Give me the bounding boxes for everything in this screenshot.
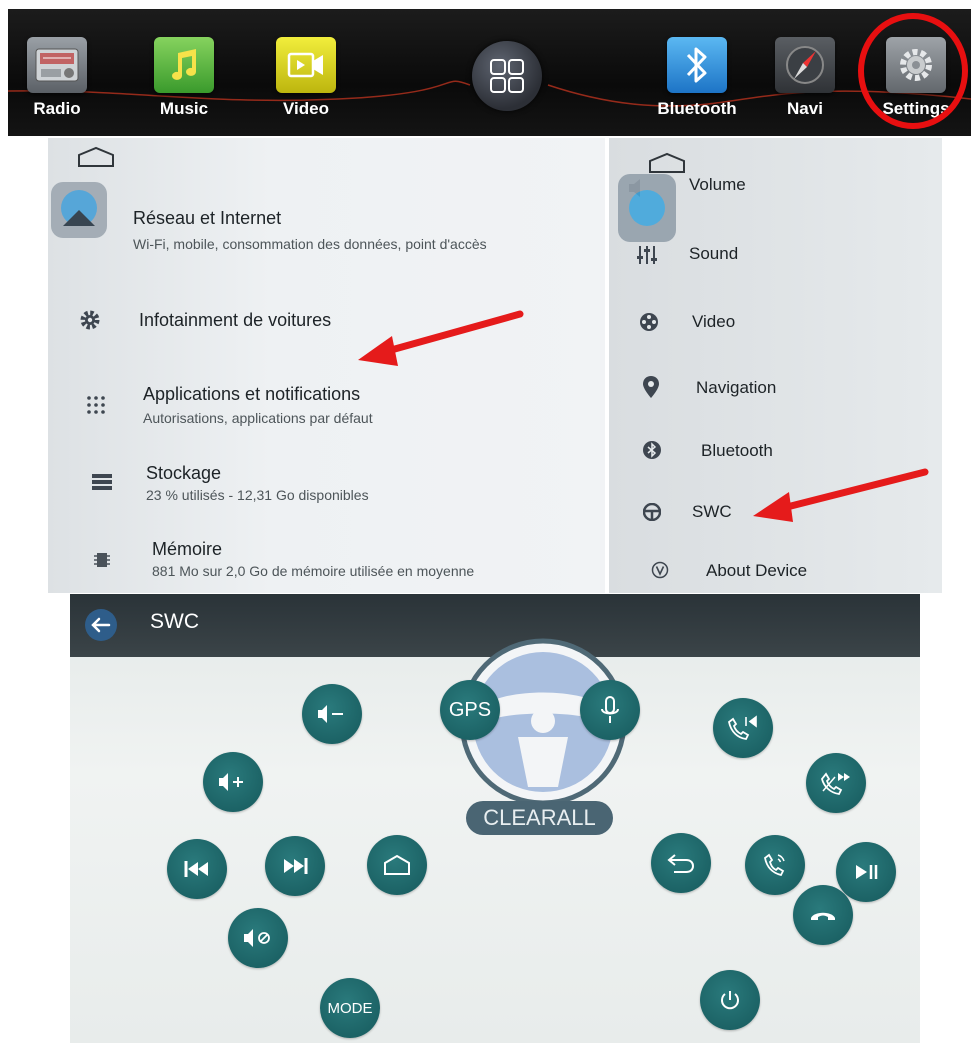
button-label: MODE xyxy=(327,999,373,1017)
mute-icon xyxy=(244,929,270,947)
settings-highlight-circle xyxy=(858,13,968,129)
app-video[interactable]: Video xyxy=(273,37,339,119)
wifi-icon xyxy=(61,190,97,226)
play-pause-button[interactable] xyxy=(836,842,896,902)
gps-button[interactable]: GPS xyxy=(440,680,500,740)
item-subtitle: 23 % utilisés - 12,31 Go disponibles xyxy=(146,487,369,503)
voice-button[interactable] xyxy=(580,680,640,740)
volume-down-icon xyxy=(318,705,343,723)
gear-icon xyxy=(80,310,100,330)
phone-previous-icon xyxy=(728,715,757,740)
item-subtitle: Autorisations, applications par défaut xyxy=(143,410,373,426)
skip-next-icon xyxy=(284,858,308,874)
item-title: Sound xyxy=(689,244,739,263)
skip-previous-icon xyxy=(184,861,208,877)
car-infotainment-list: Volume Sound Video Navigation Bluetooth xyxy=(609,138,942,593)
previous-track-button[interactable] xyxy=(167,839,227,899)
swc-screen: SWC GPS MODE CLEARALL xyxy=(70,594,920,1043)
mode-button[interactable]: MODE xyxy=(320,978,380,1038)
film-reel-icon xyxy=(640,313,658,331)
app-label: Video xyxy=(283,99,329,118)
call-previous-button[interactable] xyxy=(713,698,773,758)
bluetooth-icon xyxy=(667,37,727,93)
back-arrow-icon[interactable] xyxy=(84,608,118,642)
steering-wheel-icon xyxy=(643,503,661,521)
equalizer-icon xyxy=(637,246,657,264)
next-track-button[interactable] xyxy=(265,836,325,896)
hang-up-button[interactable] xyxy=(793,885,853,945)
annotation-arrow xyxy=(753,468,929,522)
item-title: Video xyxy=(692,312,736,331)
about-icon xyxy=(651,561,669,579)
memory-icon xyxy=(94,553,110,567)
music-note-icon xyxy=(154,37,214,93)
overlay-tile xyxy=(618,174,676,242)
answer-call-button[interactable] xyxy=(745,835,805,895)
item-title: Mémoire xyxy=(152,539,223,559)
compass-icon xyxy=(775,37,835,93)
app-label: Music xyxy=(159,99,209,118)
radio-icon xyxy=(27,37,87,93)
home-icon[interactable] xyxy=(647,152,687,174)
back-button[interactable] xyxy=(651,833,711,893)
item-title: Stockage xyxy=(146,463,222,483)
volume-up-icon xyxy=(219,773,243,791)
wifi-icon-tile xyxy=(51,182,107,238)
return-arrow-icon xyxy=(667,854,695,873)
all-apps-button[interactable] xyxy=(472,41,542,111)
home-icon xyxy=(384,854,410,875)
app-label: Radio xyxy=(33,99,81,118)
app-label: Bluetooth xyxy=(657,99,737,118)
microphone-icon xyxy=(601,696,619,723)
item-subtitle: Wi-Fi, mobile, consommation des données,… xyxy=(133,236,487,252)
volume-up-button[interactable] xyxy=(203,752,263,812)
item-title: Applications et notifications xyxy=(143,384,361,404)
button-label: GPS xyxy=(448,698,492,721)
item-title: Navigation xyxy=(696,378,777,397)
apps-grid-icon xyxy=(87,396,105,414)
play-pause-icon xyxy=(856,865,878,879)
item-title: Infotainment de voitures xyxy=(139,310,332,330)
home-icon[interactable] xyxy=(76,146,116,168)
home-button[interactable] xyxy=(367,835,427,895)
item-subtitle: 881 Mo sur 2,0 Go de mémoire utilisée en… xyxy=(152,563,475,579)
location-pin-icon xyxy=(643,376,659,398)
app-label: Navi xyxy=(787,99,823,118)
apps-grid-icon xyxy=(490,59,524,93)
item-title: Réseau et Internet xyxy=(133,208,282,228)
power-icon xyxy=(721,991,739,1010)
settings-main-list: Réseau et Internet Wi-Fi, mobile, consom… xyxy=(48,138,605,593)
mute-button[interactable] xyxy=(228,908,288,968)
launcher-bar: Radio Music Video Bluetooth Navi Setting… xyxy=(8,9,971,136)
phone-answer-icon xyxy=(764,853,785,877)
call-next-button[interactable] xyxy=(806,753,866,813)
app-radio[interactable]: Radio xyxy=(24,37,90,119)
item-title: About Device xyxy=(706,561,808,580)
item-title: Volume xyxy=(689,175,746,194)
app-navi[interactable]: Navi xyxy=(772,37,838,119)
power-button[interactable] xyxy=(700,970,760,1030)
clear-all-button[interactable]: CLEARALL xyxy=(466,801,613,835)
storage-icon xyxy=(92,474,112,490)
video-icon xyxy=(276,37,336,93)
annotation-arrow xyxy=(358,310,524,366)
phone-next-icon xyxy=(821,772,850,795)
app-bluetooth[interactable]: Bluetooth xyxy=(652,37,742,119)
phone-hangup-icon xyxy=(811,912,835,920)
bluetooth-icon xyxy=(643,441,661,459)
item-title: SWC xyxy=(692,502,732,521)
item-title: Bluetooth xyxy=(701,441,773,460)
volume-down-button[interactable] xyxy=(302,684,362,744)
app-music[interactable]: Music xyxy=(151,37,217,119)
page-title: SWC xyxy=(150,610,199,633)
